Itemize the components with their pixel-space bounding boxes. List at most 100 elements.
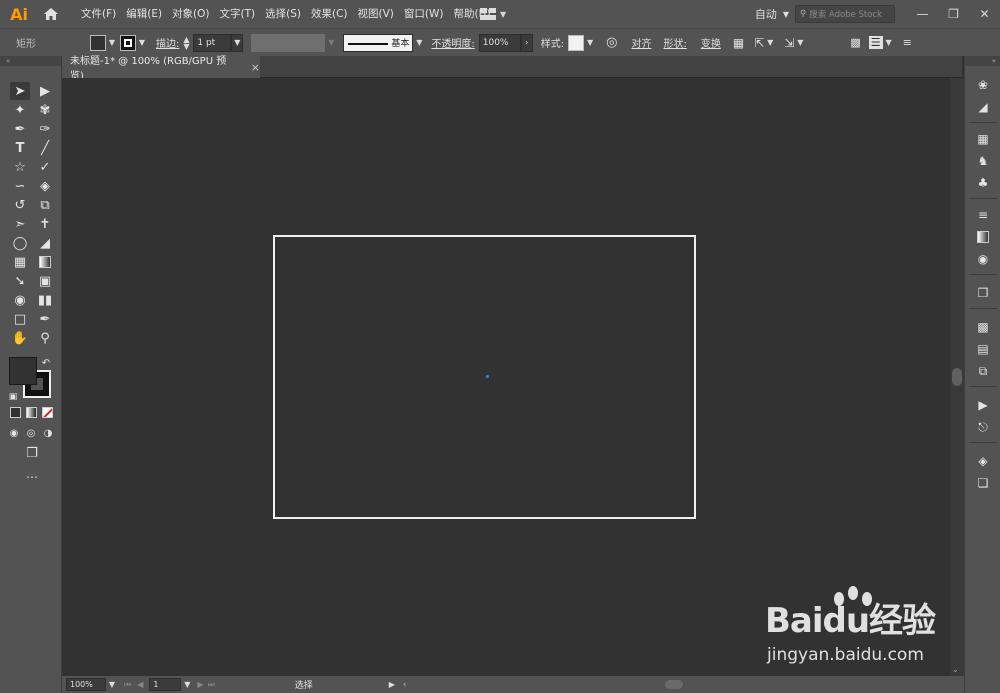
transparency-icon[interactable]: ◉ bbox=[973, 250, 993, 268]
menu-select[interactable]: 选择(S) bbox=[260, 0, 306, 28]
none-mode-icon[interactable] bbox=[42, 407, 53, 418]
magic-wand-tool-icon[interactable]: ✦ bbox=[10, 101, 30, 119]
hand-tool-icon[interactable]: ✋ bbox=[10, 329, 30, 347]
zoom-tool-icon[interactable]: ⚲ bbox=[35, 329, 55, 347]
blend-tool-icon[interactable]: ▣ bbox=[35, 272, 55, 290]
shape-link[interactable]: 形状: bbox=[663, 35, 686, 50]
shape-builder-tool-icon[interactable]: ◯ bbox=[10, 234, 30, 252]
zoom-field[interactable]: 100% bbox=[66, 678, 106, 691]
eyedropper-tool-icon[interactable]: ➘ bbox=[10, 272, 30, 290]
variable-width-profile[interactable] bbox=[251, 33, 326, 52]
chevron-down-icon[interactable]: ▼ bbox=[584, 34, 596, 52]
paintbrush-tool-icon[interactable]: ✓ bbox=[35, 158, 55, 176]
horizontal-scroll-thumb[interactable] bbox=[665, 680, 684, 689]
stroke-weight-field[interactable]: 1 pt bbox=[193, 33, 232, 52]
screen-mode-icon[interactable]: ❐ bbox=[20, 444, 44, 462]
transform-panel-icon[interactable]: ▩ bbox=[973, 318, 993, 336]
flip-options-icon[interactable]: ⇲ bbox=[784, 36, 794, 50]
arrange-documents-button[interactable]: ▼ bbox=[480, 4, 506, 24]
symbol-sprayer-tool-icon[interactable]: ◉ bbox=[10, 291, 30, 309]
scale-tool-icon[interactable]: ⧉ bbox=[35, 196, 55, 214]
chevron-down-icon[interactable]: ▼ bbox=[231, 33, 244, 52]
menu-edit[interactable]: 编辑(E) bbox=[121, 0, 167, 28]
draw-normal-icon[interactable]: ◉ bbox=[6, 424, 22, 442]
color-mode-icon[interactable] bbox=[10, 407, 21, 418]
curvature-tool-icon[interactable]: ✑ bbox=[35, 120, 55, 138]
selection-tool-icon[interactable]: ➤ bbox=[10, 82, 30, 100]
artboard-tool-icon[interactable]: □ bbox=[10, 310, 30, 328]
chevron-down-icon[interactable]: ▼ bbox=[325, 34, 337, 52]
symbols-icon[interactable]: ♣ bbox=[973, 174, 993, 192]
artboard-number-field[interactable]: 1 bbox=[149, 678, 182, 691]
isolate-object-icon[interactable]: ▦ bbox=[733, 36, 744, 50]
eraser-tool-icon[interactable]: ◈ bbox=[35, 177, 55, 195]
swatches-icon[interactable]: ▦ bbox=[973, 130, 993, 148]
menu-window[interactable]: 窗口(W) bbox=[399, 0, 449, 28]
home-icon[interactable] bbox=[38, 2, 64, 26]
column-graph-tool-icon[interactable]: ▮▮ bbox=[35, 291, 55, 309]
asset-export-icon[interactable]: ⎋ bbox=[973, 418, 993, 436]
panel-menu-icon[interactable]: ≡ bbox=[903, 36, 912, 49]
align-link[interactable]: 对齐 bbox=[631, 35, 651, 50]
opacity-field[interactable]: 100% bbox=[478, 33, 521, 52]
star-tool-icon[interactable]: ☆ bbox=[10, 158, 30, 176]
workspace-switcher[interactable]: 自动 bbox=[755, 6, 777, 22]
panel-collapse-icon[interactable]: « bbox=[0, 56, 61, 66]
last-artboard-icon[interactable]: ⏭ bbox=[208, 680, 215, 690]
chevron-down-icon[interactable]: ▼ bbox=[106, 678, 118, 691]
close-window-button[interactable]: ✕ bbox=[969, 0, 1000, 28]
color-guide-icon[interactable]: ◢ bbox=[973, 98, 993, 116]
artboards-panel-icon[interactable]: ❏ bbox=[973, 474, 993, 492]
transform-options-icon[interactable]: ⇱ bbox=[754, 36, 764, 50]
arrange-icon[interactable]: ▩ bbox=[850, 36, 860, 49]
draw-inside-icon[interactable]: ◑ bbox=[40, 424, 56, 442]
stroke-label[interactable]: 描边: bbox=[156, 35, 179, 50]
menu-object[interactable]: 对象(O) bbox=[167, 0, 214, 28]
slice-tool-icon[interactable]: ✒ bbox=[35, 310, 55, 328]
pathfinder-icon[interactable]: ⧉ bbox=[973, 362, 993, 380]
gradient-tool-icon[interactable] bbox=[35, 253, 55, 271]
line-segment-tool-icon[interactable]: ╱ bbox=[35, 139, 55, 157]
width-tool-icon[interactable]: ➣ bbox=[10, 215, 30, 233]
lasso-tool-icon[interactable]: ✾ bbox=[35, 101, 55, 119]
fill-color-box[interactable] bbox=[9, 357, 37, 385]
stroke-panel-icon[interactable]: ≡ bbox=[973, 206, 993, 224]
distribute-icon[interactable]: ☰ bbox=[868, 36, 883, 49]
chevron-down-icon[interactable]: ▼ bbox=[794, 34, 806, 52]
chevron-down-icon[interactable]: ▼ bbox=[106, 34, 118, 52]
stroke-swatch[interactable] bbox=[120, 34, 136, 51]
perspective-grid-tool-icon[interactable]: ◢ bbox=[35, 234, 55, 252]
gradient-panel-icon[interactable] bbox=[973, 228, 993, 246]
chevron-down-icon[interactable]: ▼ bbox=[136, 34, 148, 52]
document-tab[interactable]: 未标题-1* @ 100% (RGB/GPU 预览) × bbox=[62, 56, 260, 82]
appearance-icon[interactable]: ❐ bbox=[973, 284, 993, 302]
direct-selection-tool-icon[interactable]: ▶ bbox=[35, 82, 55, 100]
edit-toolbar-icon[interactable]: ⋯ bbox=[20, 468, 44, 486]
stock-search-input[interactable]: ⚲ 搜索 Adobe Stock bbox=[795, 5, 895, 23]
puppet-warp-tool-icon[interactable]: ✝ bbox=[35, 215, 55, 233]
panel-collapse-icon[interactable]: » bbox=[965, 56, 1000, 66]
gradient-mode-icon[interactable] bbox=[26, 407, 37, 418]
type-tool-icon[interactable]: T bbox=[10, 139, 30, 157]
next-artboard-icon[interactable]: ▶ bbox=[197, 680, 203, 689]
chevron-down-icon[interactable]: ▼ bbox=[413, 34, 425, 52]
actions-icon[interactable]: ▶ bbox=[973, 396, 993, 414]
minimize-button[interactable]: — bbox=[907, 0, 938, 28]
rotate-tool-icon[interactable]: ↺ bbox=[10, 196, 30, 214]
menu-view[interactable]: 视图(V) bbox=[353, 0, 399, 28]
color-panel-icon[interactable]: ❀ bbox=[973, 76, 993, 94]
recolor-artwork-icon[interactable]: ◎ bbox=[606, 35, 617, 50]
menu-effect[interactable]: 效果(C) bbox=[306, 0, 353, 28]
pen-tool-icon[interactable]: ✒ bbox=[10, 120, 30, 138]
transform-link[interactable]: 变换 bbox=[701, 35, 721, 50]
align-panel-icon[interactable]: ▤ bbox=[973, 340, 993, 358]
opacity-label[interactable]: 不透明度: bbox=[431, 35, 474, 50]
fill-swatch[interactable] bbox=[90, 34, 106, 51]
layers-icon[interactable]: ◈ bbox=[973, 452, 993, 470]
chevron-down-icon[interactable]: ▼ bbox=[764, 34, 776, 52]
chevron-down-icon[interactable]: ▼ bbox=[181, 678, 193, 691]
swap-colors-icon[interactable]: ↶ bbox=[39, 354, 53, 372]
artboard-rectangle[interactable] bbox=[273, 235, 696, 519]
brush-definition[interactable]: 基本 bbox=[343, 33, 414, 52]
scroll-left-arrow[interactable]: ‹ bbox=[403, 680, 407, 690]
